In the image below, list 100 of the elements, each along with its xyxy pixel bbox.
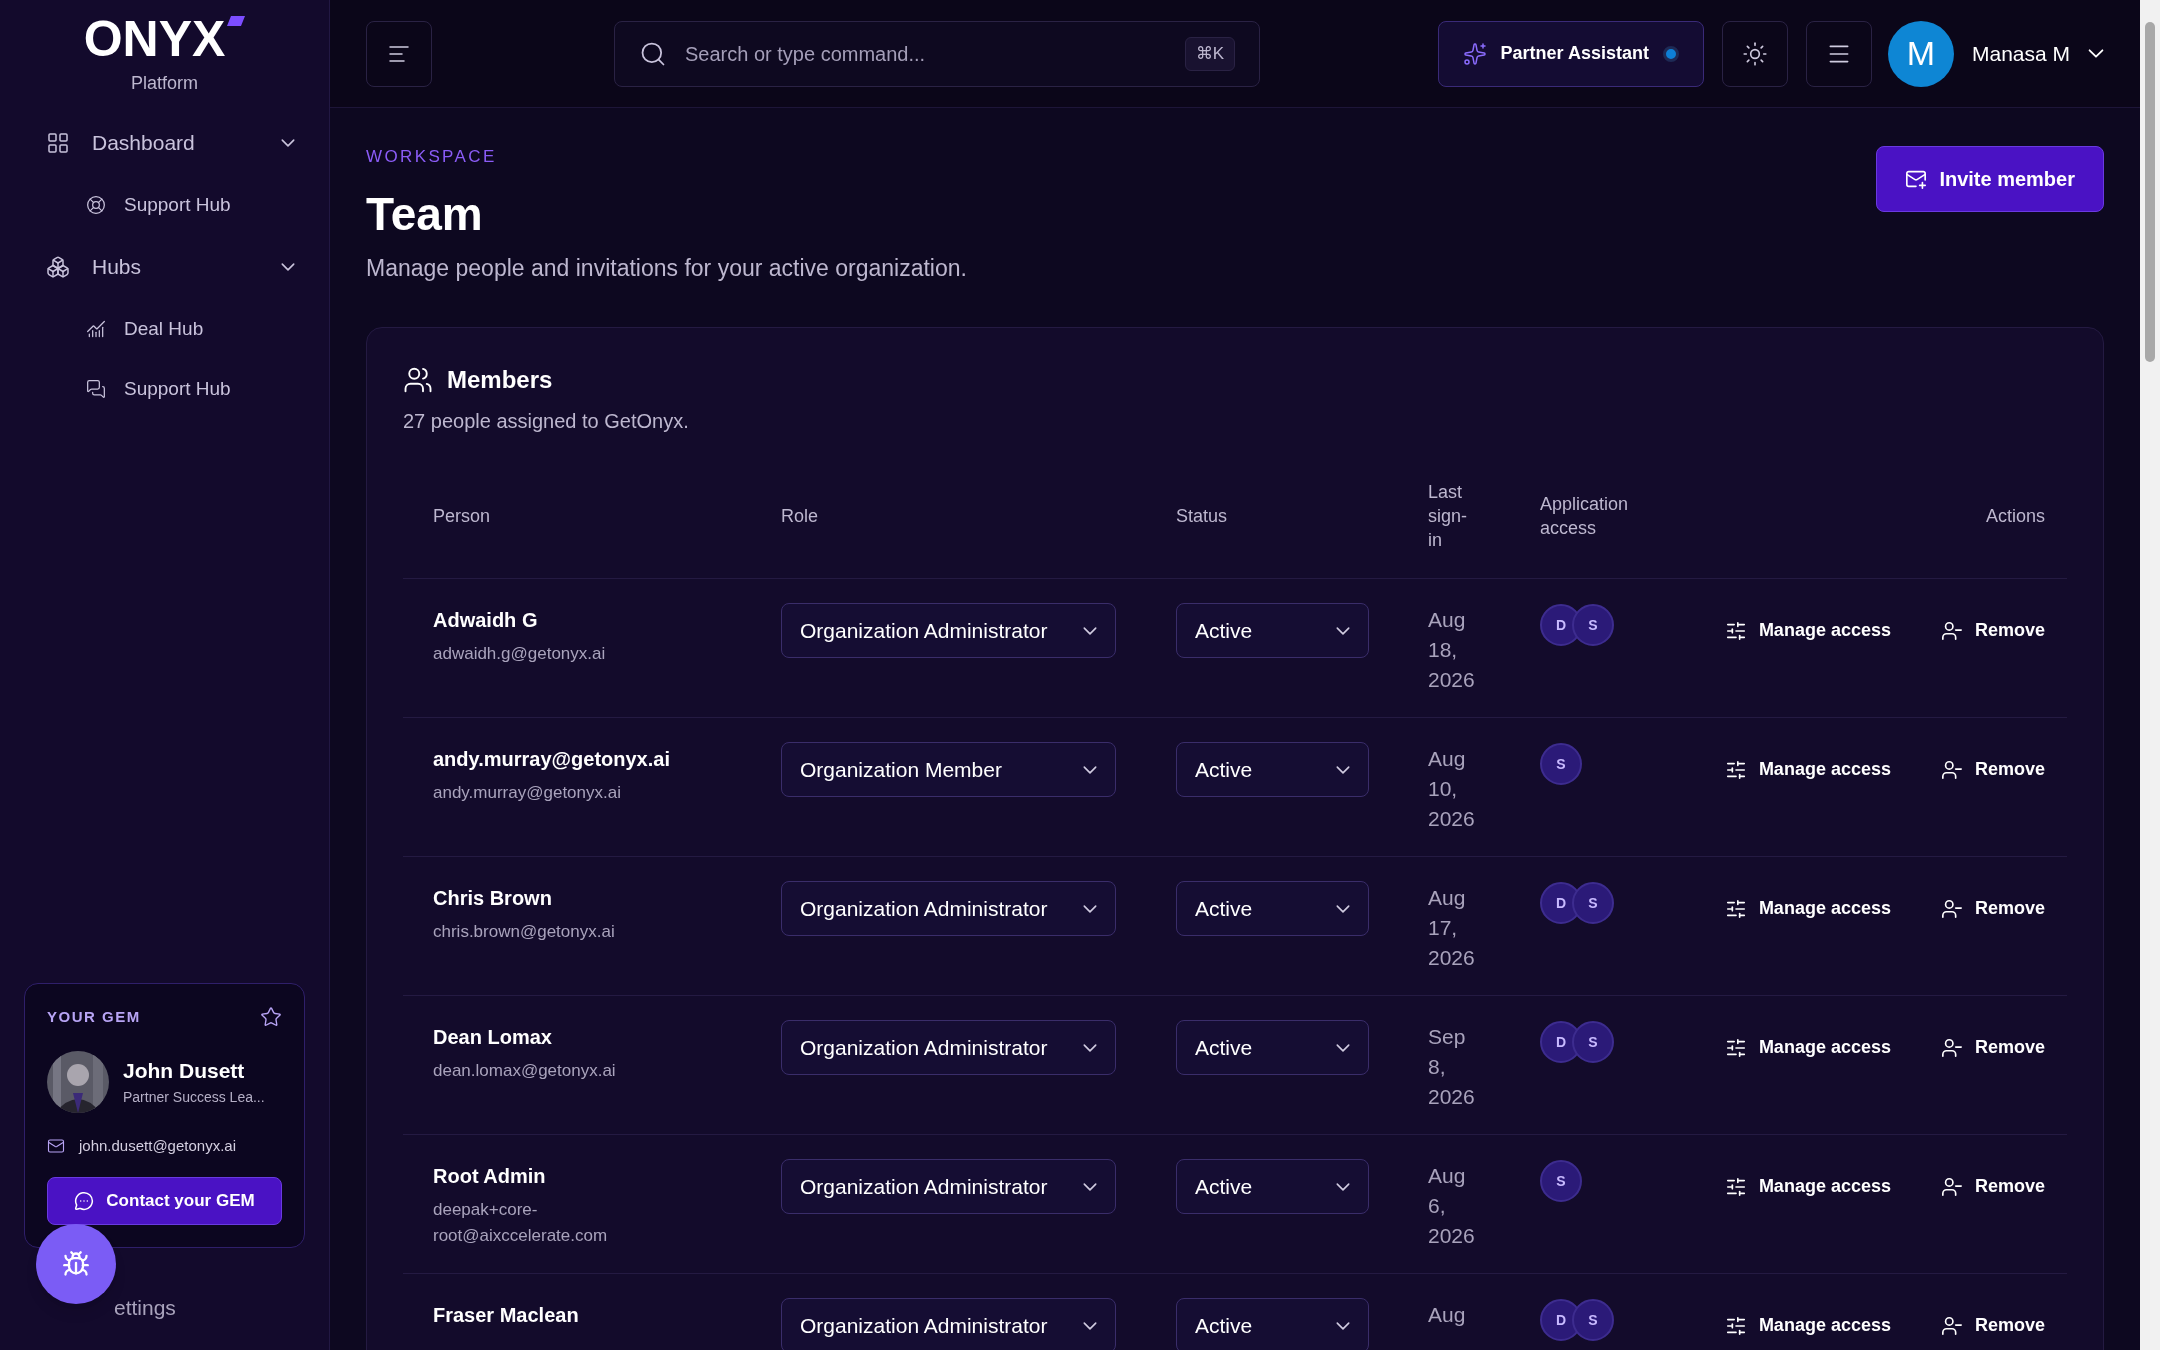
remove-button[interactable]: Remove	[1940, 617, 2045, 644]
member-name: Fraser Maclean	[433, 1303, 580, 1328]
sidebar-subitem[interactable]: Support Hub	[0, 175, 329, 235]
menu-button[interactable]	[1805, 20, 1872, 87]
member-email: dean.lomax@getonyx.ai	[433, 1060, 617, 1082]
last-sign-in: Aug 18, 2026	[1428, 607, 1476, 693]
manage-access-button[interactable]: Manage access	[1724, 895, 1891, 922]
sidebar-item[interactable]: Hubs	[0, 235, 329, 299]
star-icon	[260, 1006, 282, 1029]
assistant-button[interactable]: Partner Assistant	[1437, 20, 1704, 87]
sidebar-subitem[interactable]: Support Hub	[0, 359, 329, 419]
remove-button[interactable]: Remove	[1940, 895, 2045, 922]
status-dropdown[interactable]: Active	[1176, 1159, 1369, 1214]
remove-button[interactable]: Remove	[1940, 756, 2045, 783]
remove-button[interactable]: Remove	[1940, 1173, 2045, 1200]
user-avatar: M	[1887, 20, 1954, 87]
page-title: Team	[366, 186, 484, 242]
chevron-icon	[1336, 765, 1350, 774]
card-title: Members	[447, 365, 553, 395]
menu-toggle-button[interactable]	[366, 20, 432, 87]
scrollbar[interactable]	[2140, 0, 2160, 1350]
nav-icon	[46, 131, 70, 155]
status-dropdown[interactable]: Active	[1176, 881, 1369, 936]
manage-access-button[interactable]: Manage access	[1724, 756, 1891, 783]
chevron-icon	[1083, 626, 1097, 635]
sliders-icon	[1724, 758, 1747, 781]
member-name: andy.murray@getonyx.ai	[433, 747, 671, 772]
manage-access-button[interactable]: Manage access	[1724, 1173, 1891, 1200]
chevron-icon	[1336, 1043, 1350, 1052]
status-dropdown[interactable]: Active	[1176, 1020, 1369, 1075]
role-dropdown[interactable]: Organization Administrator	[781, 603, 1116, 658]
role-dropdown[interactable]: Organization Administrator	[781, 881, 1116, 936]
manage-access-button[interactable]: Manage access	[1724, 617, 1891, 644]
role-dropdown[interactable]: Organization Administrator	[781, 1159, 1116, 1214]
nav-icon	[46, 255, 70, 279]
chevron-icon	[1083, 1043, 1097, 1052]
app-access-badge: S	[1572, 604, 1614, 646]
chevron-icon	[1083, 1321, 1097, 1330]
column-header: Role	[781, 504, 820, 528]
remove-button[interactable]: Remove	[1940, 1034, 2045, 1061]
role-dropdown[interactable]: Organization Administrator	[781, 1020, 1116, 1075]
manage-access-button[interactable]: Manage access	[1724, 1034, 1891, 1061]
chat-icon	[74, 1191, 95, 1211]
column-header: Application access	[1540, 493, 1630, 540]
user-menu[interactable]: M Manasa M	[1887, 20, 2104, 87]
app-access-badge: S	[1540, 743, 1582, 785]
member-email: adwaidh.g@getonyx.ai	[433, 643, 607, 665]
chevron-icon	[281, 263, 295, 271]
column-header: Status	[1176, 504, 1229, 528]
column-header: Actions	[1984, 504, 2045, 528]
status-dropdown[interactable]: Active	[1176, 1298, 1369, 1350]
member-name: Dean Lomax	[433, 1025, 553, 1050]
eyebrow-label: WORKSPACE	[366, 146, 498, 168]
chevron-icon	[1336, 1321, 1350, 1330]
sliders-icon	[1724, 1175, 1747, 1198]
remove-button[interactable]: Remove	[1940, 1312, 2045, 1339]
logo-mark-icon	[227, 16, 246, 26]
page-subtitle: Manage people and invitations for your active organization.	[366, 253, 967, 283]
last-sign-in: Sep 8, 2026	[1428, 1024, 1476, 1110]
chevron-icon	[1083, 765, 1097, 774]
nav-icon	[86, 195, 106, 215]
chevron-icon	[1336, 626, 1350, 635]
invite-member-button[interactable]: Invite member	[1876, 146, 2104, 212]
sparkle-icon	[1462, 41, 1487, 66]
search-input[interactable]: Search or type command...	[685, 38, 1167, 69]
settings-label[interactable]: ettings	[114, 1292, 176, 1324]
bug-icon	[62, 1250, 90, 1278]
manage-access-button[interactable]: Manage access	[1724, 1312, 1891, 1339]
status-dropdown[interactable]: Active	[1176, 742, 1369, 797]
chevron-icon	[281, 139, 295, 147]
member-name: Root Admin	[433, 1164, 547, 1189]
status-dropdown[interactable]: Active	[1176, 603, 1369, 658]
contact-gem-button[interactable]: Contact your GEM	[47, 1177, 282, 1225]
column-header: Person	[433, 504, 492, 528]
logo: ONYX	[83, 14, 226, 64]
app-access-badge: S	[1572, 1021, 1614, 1063]
member-email: andy.murray@getonyx.ai	[433, 782, 622, 804]
chevron-icon	[1336, 904, 1350, 913]
search-field[interactable]: Search or type command... ⌘K	[614, 20, 1260, 87]
mail-icon	[47, 1136, 65, 1155]
app-access-badge: S	[1572, 882, 1614, 924]
theme-toggle-button[interactable]	[1721, 20, 1788, 87]
sliders-icon	[1724, 1314, 1747, 1337]
sidebar-item[interactable]: Dashboard	[0, 111, 329, 175]
role-dropdown[interactable]: Organization Administrator	[781, 1298, 1116, 1350]
role-dropdown[interactable]: Organization Member	[781, 742, 1116, 797]
mail-icon	[1905, 168, 1928, 190]
remove-user-icon	[1940, 619, 1963, 642]
sidebar-subitem[interactable]: Deal Hub	[0, 299, 329, 359]
gem-role: Partner Success Lea...	[123, 1087, 265, 1107]
member-name: Chris Brown	[433, 886, 553, 911]
logo-subtitle: Platform	[131, 72, 198, 95]
member-email: deepak+core-root@aixccelerate.com	[433, 1199, 609, 1247]
chevron-icon	[1083, 1182, 1097, 1191]
gem-heading: YOUR GEM	[47, 1007, 141, 1027]
gem-email: john.dusett@getonyx.ai	[79, 1135, 236, 1156]
sliders-icon	[1724, 1036, 1747, 1059]
last-sign-in: Aug 10, 2026	[1428, 746, 1476, 832]
last-sign-in: Aug 17, 2026	[1428, 885, 1476, 971]
last-sign-in: Aug 6, 2026	[1428, 1163, 1476, 1249]
